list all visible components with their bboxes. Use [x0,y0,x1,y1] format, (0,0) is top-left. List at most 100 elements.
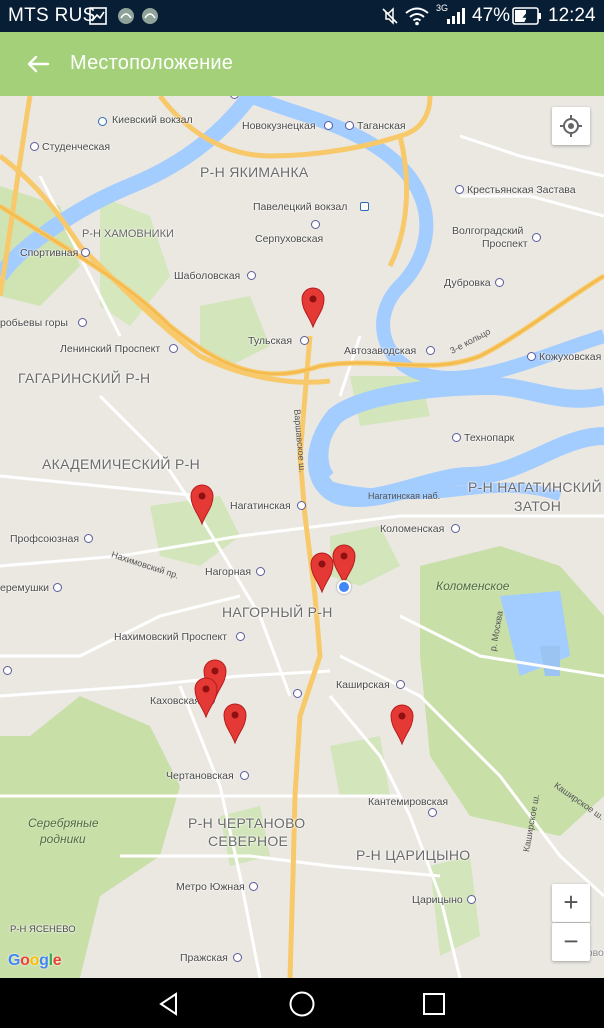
zoom-in-button[interactable]: + [552,884,590,922]
station-label: Царицыно [412,894,463,906]
station-label: робьевы горы [0,317,68,329]
metro-icon [3,666,12,675]
map-marker[interactable] [222,702,248,744]
metro-icon [240,771,249,780]
google-logo: Google [8,952,62,969]
map-marker[interactable] [300,286,326,328]
station-label: Киевский вокзал [112,114,193,126]
station-label: Крестьянская Застава [467,184,576,196]
metro-icon [428,808,437,817]
metro-icon [256,567,265,576]
station-label: Профсоюзная [10,533,80,545]
station-label: Павелецкий вокзал [253,201,348,213]
station-label: Чертановская [166,770,234,782]
metro-icon [169,344,178,353]
wifi-icon [405,7,429,26]
district-label: Р-Н ХАМОВНИКИ [82,228,174,240]
current-location-dot [337,580,351,594]
metro-icon [426,346,435,355]
metro-icon [81,248,90,257]
metro-icon [324,121,333,130]
metro-icon [396,680,405,689]
metro-icon [30,142,39,151]
metro-icon [452,433,461,442]
district-label: Р-Н НАГАТИНСКИЙ [468,479,602,495]
clock: 12:24 [548,5,596,26]
station-label: Технопарк [464,432,515,444]
my-location-button[interactable] [552,107,590,145]
station-label: Каширская [336,679,390,691]
station-label: Волгоградский [452,225,524,237]
district-label: Р-Н ЯКИМАНКА [200,164,309,180]
metro-icon [532,233,541,242]
battery-percent: 47% [472,5,511,26]
station-label: Нагатинская [230,500,291,512]
station-label: Таганская [357,120,406,132]
screenshot-icon [89,7,107,25]
station-label: Кожуховская [539,351,602,363]
metro-icon [467,895,476,904]
my-location-icon [560,115,582,137]
app-notification-icon-2 [142,8,158,24]
metro-icon [495,278,504,287]
station-label: Ленинский Проспект [60,343,161,355]
station-label: Нахимовский Проспект [114,631,228,643]
metro-icon [236,632,245,641]
app-notification-icon [118,8,134,24]
metro-icon [293,689,302,698]
metro-icon [78,318,87,327]
station-label: Тульская [248,335,293,347]
station-label: Коломенская [380,523,445,535]
map-marker[interactable] [389,703,415,745]
road-label: Нагатинская наб. [368,491,441,501]
district-label: АКАДЕМИЧЕСКИЙ Р-Н [42,456,200,472]
metro-icon [297,501,306,510]
station-label: Кантемировская [368,796,449,808]
district-label: НАГОРНЫЙ Р-Н [222,604,333,620]
metro-icon [233,953,242,962]
station-label: Проспект [482,238,528,250]
carrier-name: MTS RUS [8,5,96,26]
map-view[interactable]: Р-Н ЯКИМАНКА Р-Н ХАМОВНИКИ ГАГАРИНСКИЙ Р… [0,96,604,978]
back-arrow-icon[interactable] [24,52,52,76]
station-label: Шаболовская [174,270,241,282]
station-label: еремушки [0,582,49,594]
metro-icon [249,882,258,891]
station-label: Метро Южная [176,881,245,893]
map-marker[interactable] [193,676,219,718]
recents-nav-icon[interactable] [422,992,446,1016]
metro-icon [345,121,354,130]
station-label: Спортивная [20,247,79,259]
district-label: Р-Н ЧЕРТАНОВО [188,815,306,831]
station-label: Дубровка [444,277,491,289]
metro-icon [311,220,320,229]
app-bar: Местоположение [0,32,604,96]
metro-icon [247,271,256,280]
metro-icon [527,352,536,361]
metro-icon [84,534,93,543]
battery-icon [512,7,541,25]
station-label: Пражская [180,952,228,964]
park-label: Коломенское [436,579,510,593]
district-label: ЗАТОН [514,498,562,514]
navigation-bar [0,978,604,1028]
page-title: Местоположение [70,52,234,74]
district-label: Р-Н ЦАРИЦЫНО [356,847,471,863]
metro-icon [300,336,309,345]
station-label: Серпуховская [255,233,324,245]
park-label: Серебряные [28,816,99,830]
signal-icon [447,8,465,24]
back-nav-icon[interactable] [156,991,182,1017]
home-nav-icon[interactable] [288,990,316,1018]
station-label: Нагорная [205,566,252,578]
metro-icon [98,117,107,126]
metro-icon [451,524,460,533]
metro-icon [360,202,369,211]
zoom-out-button[interactable]: − [552,923,590,961]
map-marker[interactable] [331,543,357,585]
map-marker[interactable] [189,483,215,525]
district-label: ГАГАРИНСКИЙ Р-Н [18,370,151,386]
park-label: родники [40,832,86,846]
station-label: Новокузнецкая [242,120,316,132]
mute-icon [382,7,398,25]
